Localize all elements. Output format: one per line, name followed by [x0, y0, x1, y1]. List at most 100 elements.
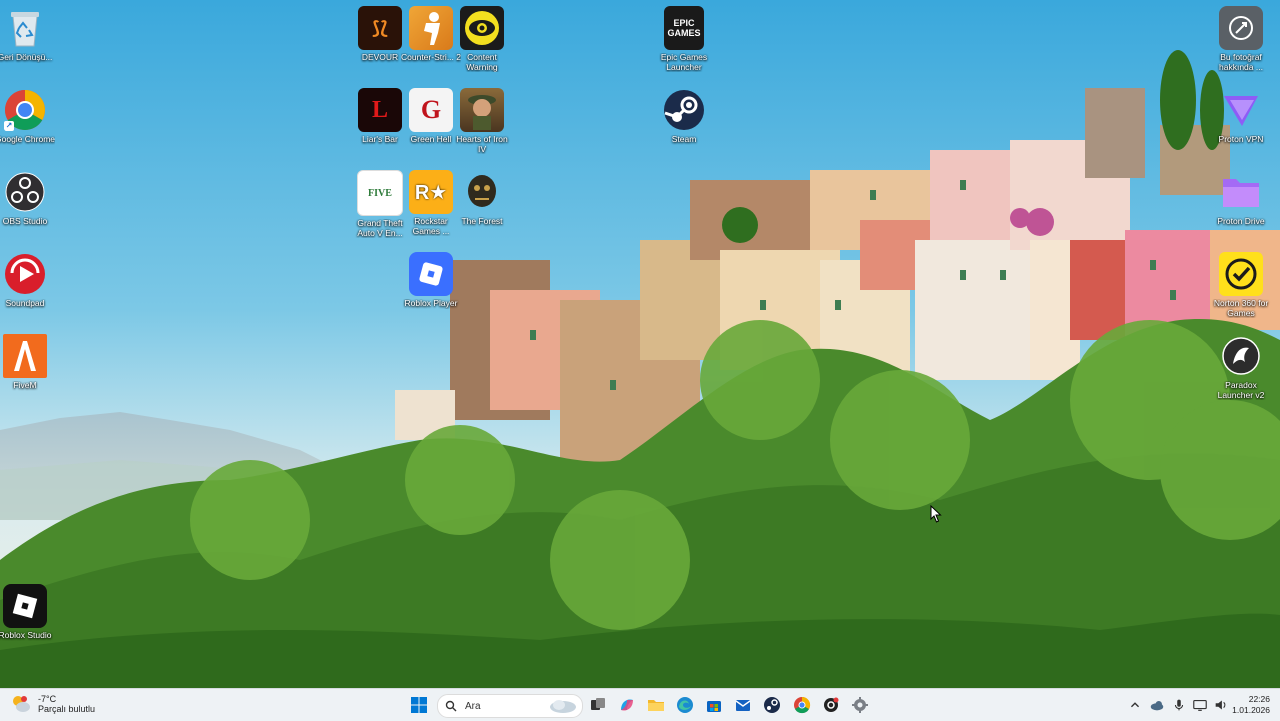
- epic-label: Epic Games Launcher: [660, 53, 708, 72]
- fivem-glyph: [3, 334, 47, 378]
- chrome-glyph: ↗: [3, 88, 47, 132]
- google-chrome-icon[interactable]: ↗ Google Chrome: [0, 88, 55, 145]
- mail-icon: [735, 700, 751, 711]
- proton-vpn-label: Proton VPN: [1218, 135, 1264, 144]
- store-button[interactable]: [704, 695, 724, 715]
- settings-taskbar-button[interactable]: [850, 695, 870, 715]
- photo-info-glyph: [1219, 6, 1263, 50]
- task-view-button[interactable]: [588, 695, 608, 715]
- proton-vpn-glyph: [1219, 88, 1263, 132]
- norton-glyph: [1219, 252, 1263, 296]
- show-hidden-icons-button[interactable]: [1127, 695, 1143, 715]
- display-button[interactable]: [1192, 695, 1208, 715]
- microphone-icon: [1174, 699, 1184, 711]
- search-highlight-cloud-icon: [550, 700, 576, 713]
- volume-button[interactable]: [1213, 695, 1229, 715]
- monitor-icon: [1193, 699, 1207, 711]
- chevron-up-icon: [1130, 702, 1140, 708]
- roblox-player-glyph: [409, 252, 453, 296]
- speaker-icon: [1215, 700, 1226, 710]
- chrome-taskbar-button[interactable]: [792, 695, 812, 715]
- mouse-cursor-icon: [930, 505, 942, 523]
- the-forest-glyph: [460, 170, 504, 214]
- recycle-bin-icon[interactable]: Geri Dönüşü...: [0, 6, 55, 63]
- gear-app-icon: [824, 697, 839, 712]
- rockstar-glyph: R★: [409, 170, 453, 214]
- chrome-taskbar-icon: [794, 696, 811, 714]
- gear-app-taskbar-button[interactable]: [821, 695, 841, 715]
- steam-taskbar-icon: [764, 697, 780, 713]
- norton-label: Norton 360 for Games: [1213, 299, 1269, 318]
- recycle-bin-label: Geri Dönüşü...: [0, 53, 53, 62]
- roblox-studio-glyph: [3, 584, 47, 628]
- search-icon: [445, 700, 457, 712]
- proton-drive-label: Proton Drive: [1217, 217, 1265, 226]
- clock-time: 22:26: [1248, 694, 1270, 704]
- roblox-studio-label: Roblox Studio: [0, 631, 52, 640]
- fivem-label: FiveM: [13, 381, 37, 390]
- green-hell-glyph: G: [409, 88, 453, 132]
- copilot-icon: [621, 699, 633, 711]
- norton-360-icon[interactable]: Norton 360 for Games: [1211, 252, 1271, 318]
- soundpad-label: Soundpad: [5, 299, 45, 308]
- hearts-of-iron-iv-icon[interactable]: Hearts of Iron IV: [452, 88, 512, 154]
- edge-icon: [677, 697, 693, 713]
- clock-date: 1.01.2026: [1232, 705, 1270, 715]
- devour-glyph: ⟆⟅: [358, 6, 402, 50]
- steam-glyph: [662, 88, 706, 132]
- taskbar-clock[interactable]: 22:26 1.01.2026: [1232, 694, 1270, 716]
- gta5-glyph: FIVE: [357, 170, 403, 216]
- partly-cloudy-icon: [13, 696, 30, 712]
- roblox-studio-icon[interactable]: Roblox Studio: [0, 584, 55, 641]
- taskbar: -7°C Parçalı bulutlu Ara 22:26 1.01.2026: [0, 688, 1280, 721]
- content-warning-icon[interactable]: Content Warning: [452, 6, 512, 72]
- copilot-button[interactable]: [617, 695, 637, 715]
- search-placeholder: Ara: [465, 700, 481, 712]
- onedrive-cloud-icon: [1150, 701, 1164, 711]
- mail-button[interactable]: [733, 695, 753, 715]
- hoi4-label: Hearts of Iron IV: [456, 135, 508, 154]
- content-warning-label: Content Warning: [466, 53, 498, 72]
- file-explorer-button[interactable]: [646, 695, 666, 715]
- the-forest-icon[interactable]: The Forest: [452, 170, 512, 227]
- edge-button[interactable]: [675, 695, 695, 715]
- fivem-icon[interactable]: FiveM: [0, 334, 55, 391]
- liars-bar-glyph: L: [358, 88, 402, 132]
- photo-info-label: Bu fotoğraf hakkında ...: [1219, 53, 1263, 72]
- paradox-launcher-icon[interactable]: Paradox Launcher v2: [1211, 334, 1271, 400]
- start-button[interactable]: [409, 695, 429, 715]
- obs-label: OBS Studio: [2, 217, 48, 226]
- tray-app-button[interactable]: [1149, 695, 1165, 715]
- folder-icon: [648, 700, 664, 711]
- epic-glyph: EPIC GAMES: [664, 6, 704, 50]
- content-warning-glyph: [460, 6, 504, 50]
- weather-temperature: -7°C: [38, 694, 57, 704]
- microphone-button[interactable]: [1171, 695, 1187, 715]
- taskbar-search-box[interactable]: Ara: [437, 694, 583, 718]
- steam-icon[interactable]: Steam: [654, 88, 714, 145]
- paradox-glyph: [1219, 334, 1263, 378]
- windows-logo-icon: [411, 697, 427, 713]
- chrome-label: Google Chrome: [0, 135, 55, 144]
- cs2-glyph: [409, 6, 453, 50]
- soundpad-icon[interactable]: Soundpad: [0, 252, 55, 309]
- proton-drive-icon[interactable]: Proton Drive: [1211, 170, 1271, 227]
- obs-glyph: [3, 170, 47, 214]
- task-view-icon: [591, 698, 605, 710]
- proton-vpn-icon[interactable]: Proton VPN: [1211, 88, 1271, 145]
- steam-label: Steam: [671, 135, 697, 144]
- settings-gear-icon: [852, 697, 868, 713]
- weather-condition: Parçalı bulutlu: [38, 704, 96, 714]
- paradox-label: Paradox Launcher v2: [1217, 381, 1265, 400]
- photo-info-icon[interactable]: Bu fotoğraf hakkında ...: [1211, 6, 1271, 72]
- recycle-bin-glyph: [3, 6, 47, 50]
- roblox-player-icon[interactable]: Roblox Player: [401, 252, 461, 309]
- store-icon: [707, 701, 721, 712]
- soundpad-glyph: [3, 252, 47, 296]
- weather-widget[interactable]: -7°C Parçalı bulutlu: [10, 693, 95, 715]
- desktop-wallpaper: [0, 0, 1280, 688]
- epic-games-launcher-icon[interactable]: EPIC GAMES Epic Games Launcher: [654, 6, 714, 72]
- the-forest-label: The Forest: [461, 217, 503, 226]
- obs-studio-icon[interactable]: OBS Studio: [0, 170, 55, 227]
- steam-taskbar-button[interactable]: [762, 695, 782, 715]
